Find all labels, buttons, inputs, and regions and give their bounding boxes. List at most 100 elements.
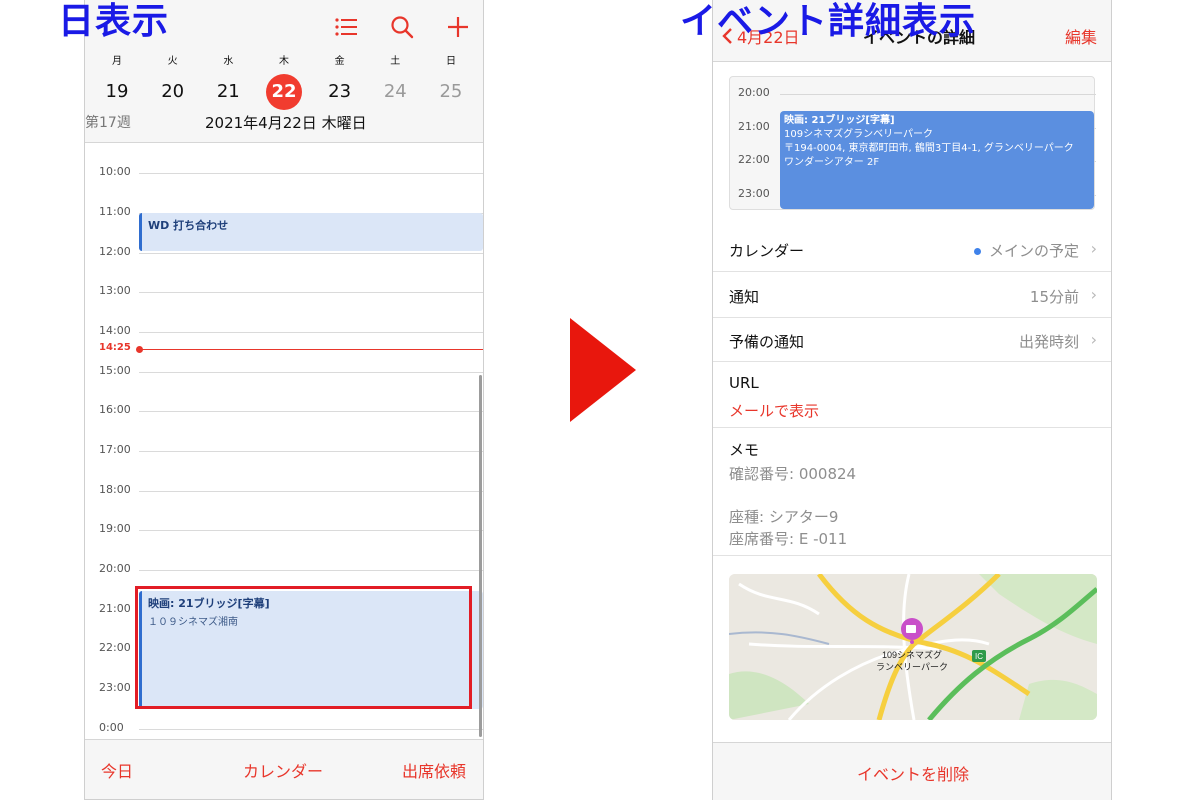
date-cell[interactable]: 24 (375, 74, 415, 110)
hour-line (780, 94, 1096, 95)
bottom-toolbar: 今日 カレンダー 出席依頼 (85, 739, 483, 799)
hour-label: 10:00 (99, 165, 131, 178)
hour-label: 11:00 (99, 205, 131, 218)
event-title: 映画: 21ブリッジ[字幕] (784, 115, 895, 126)
notes-row: メモ 確認番号: 000824 座種: シアター9 座席番号: E -011 (713, 428, 1111, 556)
hour-row: 16:00 (85, 403, 483, 416)
hour-row: 18:00 (85, 483, 483, 496)
map-graphic: IC 109シネマズグ ランベリーパーク (729, 574, 1097, 720)
date-cell[interactable]: 19 (97, 74, 137, 110)
search-icon[interactable] (389, 14, 415, 40)
scrollbar[interactable] (479, 375, 482, 737)
calendar-row[interactable]: カレンダー メインの予定 › (713, 228, 1111, 272)
selected-date-label: 2021年4月22日 木曜日 (205, 114, 367, 132)
date-cell[interactable]: 25 (431, 74, 471, 110)
hour-label: 14:00 (99, 324, 131, 337)
weekday-label: 金 (334, 56, 345, 67)
hour-row: 15:00 (85, 364, 483, 377)
hour-row: 19:00 (85, 522, 483, 535)
second-alert-label: 予備の通知 (729, 333, 805, 351)
weekday-label: 水 (223, 56, 234, 67)
hour-label: 20:00 (99, 562, 131, 575)
hour-label: 18:00 (99, 483, 131, 496)
hour-row: 10:00 (85, 165, 483, 178)
event-title: WD 打ち合わせ (148, 219, 229, 232)
notes-line: 座席番号: E -011 (729, 530, 848, 548)
week-number: 第17週 (85, 115, 131, 131)
hour-label: 17:00 (99, 443, 131, 456)
delete-event-button[interactable]: イベントを削除 (713, 761, 1111, 785)
date-cell-today[interactable]: 22 (265, 74, 302, 110)
alert-row[interactable]: 通知 15分前 › (713, 272, 1111, 318)
hour-label: 12:00 (99, 245, 131, 258)
hour-line (139, 570, 483, 571)
hour-line (139, 411, 483, 412)
calendar-name: メインの予定 (988, 242, 1079, 260)
day-view-screen: 月 火 水 木 金 土 日 19 20 21 22 23 24 25 第17週 … (84, 0, 484, 800)
hour-row: 14:00 (85, 324, 483, 337)
second-alert-value: 出発時刻 (1018, 333, 1079, 351)
event-detail-screen: 4月22日 イベントの詳細 編集 20:00 21:00 22:00 23:00… (712, 0, 1112, 800)
hour-row: 0:00 (85, 721, 483, 734)
chevron-right-icon: › (1090, 285, 1097, 304)
mini-hour-row: 20:00 (730, 86, 1096, 99)
date-cell[interactable]: 20 (153, 74, 193, 110)
hour-label: 16:00 (99, 403, 131, 416)
map-ic-label: IC (975, 652, 983, 661)
top-icons (333, 14, 471, 40)
inbox-button[interactable]: 出席依頼 (402, 758, 466, 782)
url-row: URL メールで表示 (713, 362, 1111, 428)
hour-line (139, 292, 483, 293)
day-timeline[interactable]: 10:00 11:00 12:00 13:00 14:00 14:25 15:0… (85, 143, 483, 740)
location-map[interactable]: IC 109シネマズグ ランベリーパーク (729, 574, 1097, 720)
hour-row: 12:00 (85, 245, 483, 258)
date-cell[interactable]: 23 (320, 74, 360, 110)
calendar-value: メインの予定 (973, 240, 1079, 261)
edit-button[interactable]: 編集 (1065, 24, 1097, 48)
event-wd-meeting[interactable]: WD 打ち合わせ (139, 213, 483, 251)
hour-label: 0:00 (99, 721, 124, 734)
url-label: URL (729, 374, 759, 392)
hour-label: 19:00 (99, 522, 131, 535)
notes-label: メモ (729, 441, 760, 459)
hour-label: 22:00 (738, 153, 770, 166)
list-icon[interactable] (333, 14, 359, 40)
transition-arrow (570, 318, 636, 422)
url-link[interactable]: メールで表示 (729, 400, 819, 421)
second-alert-row[interactable]: 予備の通知 出発時刻 › (713, 318, 1111, 362)
current-time-dot (136, 346, 143, 353)
add-icon[interactable] (445, 14, 471, 40)
hour-line (139, 451, 483, 452)
hour-label: 21:00 (738, 120, 770, 133)
event-address: 〒194-0004, 東京都町田市, 鶴間3丁目4-1, グランベリーパーク (784, 143, 1074, 154)
hour-line (139, 173, 483, 174)
calendar-label: カレンダー (729, 242, 805, 260)
weekday-label: 日 (445, 56, 456, 67)
weekday-label: 月 (112, 56, 122, 67)
mini-timeline: 20:00 21:00 22:00 23:00 映画: 21ブリッジ[字幕] 1… (729, 76, 1096, 210)
event-room: ワンダーシアター 2F (784, 157, 880, 168)
highlight-box (135, 586, 472, 709)
weekday-row: 月 火 水 木 金 土 日 (97, 52, 471, 67)
weekday-label: 火 (167, 56, 178, 67)
weekday-label: 木 (278, 56, 289, 67)
notes-line: 座種: シアター9 (729, 508, 839, 526)
map-label: ランベリーパーク (876, 662, 948, 672)
current-time-indicator: 14:25 (85, 342, 483, 353)
hour-line (139, 332, 483, 333)
chevron-right-icon: › (1090, 330, 1097, 349)
date-cell[interactable]: 21 (208, 74, 248, 110)
hour-label: 13:00 (99, 284, 131, 297)
today-button[interactable]: 今日 (101, 758, 133, 782)
hour-label: 23:00 (738, 187, 770, 200)
hour-line (139, 253, 483, 254)
calendar-color-dot (973, 248, 981, 255)
caption-event-detail: イベント詳細表示 (680, 1, 977, 42)
calendars-button[interactable]: カレンダー (243, 758, 323, 782)
hour-row: 20:00 (85, 562, 483, 575)
hour-line (139, 729, 483, 730)
bottom-toolbar: イベントを削除 (713, 742, 1111, 800)
hour-row: 17:00 (85, 443, 483, 456)
event-venue: 109シネマズグランベリーパーク (784, 129, 933, 140)
hour-label: 22:00 (99, 641, 131, 654)
